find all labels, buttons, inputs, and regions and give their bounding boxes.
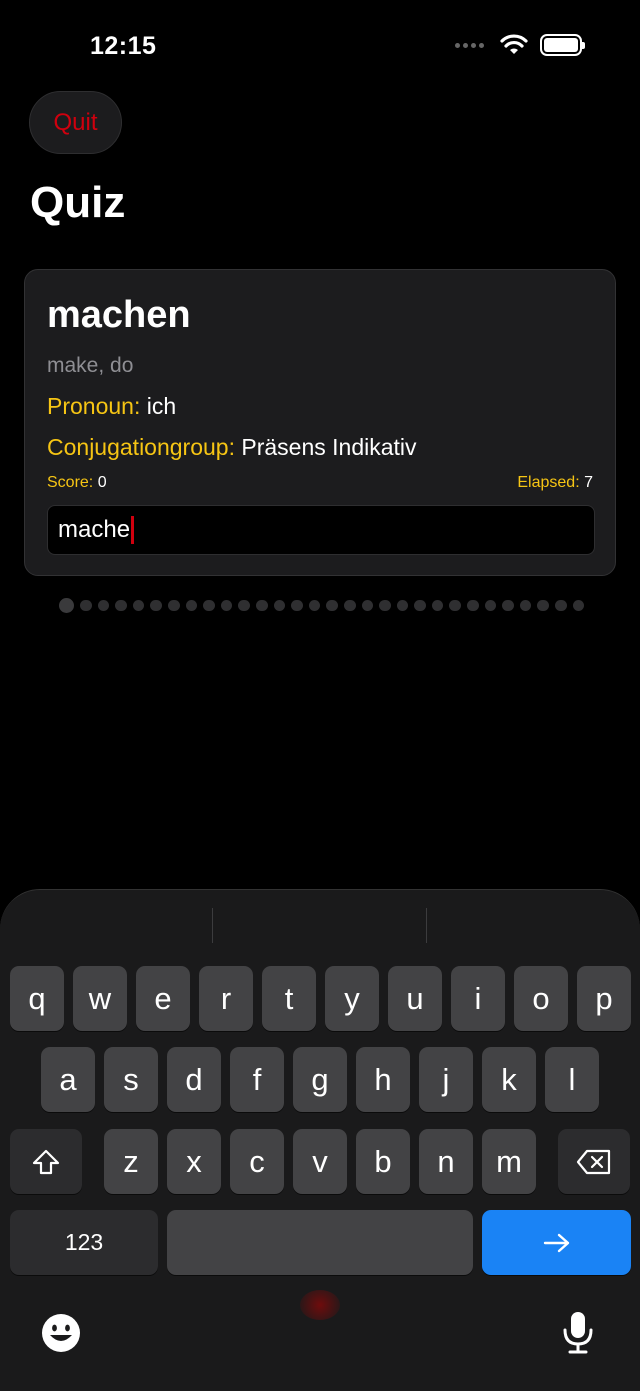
key-s[interactable]: s [104,1047,158,1112]
key-k[interactable]: k [482,1047,536,1112]
progress-dot [150,599,162,612]
score-value: 0 [97,474,107,491]
key-i[interactable]: i [451,966,505,1031]
status-icons [455,34,585,56]
progress-dot [308,599,321,612]
keyboard: 123 qwertyuiop asdfghjkl zxcvbnm [0,889,640,1391]
key-j[interactable]: j [419,1047,473,1112]
space-key[interactable] [167,1210,473,1275]
progress-dot [379,599,391,612]
progress-dot [115,599,127,612]
shift-icon [32,1149,60,1174]
verb-translation: make, do [47,354,134,377]
key-q[interactable]: q [10,966,64,1031]
suggestion-divider [212,908,213,943]
conjugation-group-value: Präsens Indikativ [241,434,417,460]
progress-dot [431,599,444,612]
progress-dot [80,599,92,612]
pronoun-value: ich [146,393,177,419]
delete-key[interactable] [558,1129,630,1194]
key-u[interactable]: u [388,966,442,1031]
key-g[interactable]: g [293,1047,347,1112]
progress-dot [449,599,462,612]
question-progress [59,598,585,613]
score: Score: 0 [47,474,107,492]
key-v[interactable]: v [293,1129,347,1194]
score-row: Score: 0 Elapsed: 7 [47,474,593,492]
key-c[interactable]: c [230,1129,284,1194]
wifi-icon [500,34,528,54]
key-b[interactable]: b [356,1129,410,1194]
progress-dot [291,599,303,612]
progress-dot [167,599,180,612]
progress-dot [97,599,110,612]
key-m[interactable]: m [482,1129,536,1194]
quit-button[interactable]: Quit [29,91,122,154]
battery-icon [540,34,585,56]
progress-dot [255,599,268,612]
key-x[interactable]: x [167,1129,221,1194]
progress-dot [484,599,497,612]
progress-dot [326,599,338,612]
key-w[interactable]: w [73,966,127,1031]
key-f[interactable]: f [230,1047,284,1112]
progress-dot [273,599,286,612]
keyboard-glow [300,1290,340,1320]
progress-dot [343,599,356,612]
status-time: 12:15 [90,32,157,60]
key-o[interactable]: o [514,966,568,1031]
progress-dot [132,599,145,612]
progress-dot [361,599,374,612]
key-h[interactable]: h [356,1047,410,1112]
key-p[interactable]: p [577,966,631,1031]
progress-dot [59,598,74,613]
cellular-signal-icon [455,42,484,48]
score-label: Score: [47,474,94,491]
elapsed: Elapsed: 7 [517,474,593,492]
key-l[interactable]: l [545,1047,599,1112]
key-t[interactable]: t [262,966,316,1031]
key-d[interactable]: d [167,1047,221,1112]
conjugation-group-row: Conjugationgroup: Präsens Indikativ [47,434,417,461]
progress-dot [537,599,550,612]
progress-dot [414,599,426,612]
elapsed-label: Elapsed: [517,474,580,491]
arrow-right-icon [543,1233,569,1252]
answer-text: mache [58,516,131,543]
conjugation-group-label: Conjugationgroup: [47,434,235,460]
progress-dot [555,599,567,612]
verb-infinitive: machen [47,294,191,336]
emoji-icon[interactable] [40,1312,82,1354]
progress-dot [203,599,215,612]
key-r[interactable]: r [199,966,253,1031]
progress-dot [220,599,233,612]
progress-dot [238,599,250,612]
progress-dot [502,599,514,612]
page-title: Quiz [30,178,126,227]
key-n[interactable]: n [419,1129,473,1194]
key-y[interactable]: y [325,966,379,1031]
suggestion-divider [426,908,427,943]
progress-dot [396,599,409,612]
progress-dot [185,599,198,612]
key-e[interactable]: e [136,966,190,1031]
progress-dot [519,599,532,612]
elapsed-value: 7 [584,474,593,491]
key-a[interactable]: a [41,1047,95,1112]
shift-key[interactable] [10,1129,82,1194]
progress-dot [572,599,585,612]
delete-icon [576,1149,611,1174]
progress-dot [467,599,479,612]
pronoun-row: Pronoun: ich [47,393,176,420]
key-z[interactable]: z [104,1129,158,1194]
text-caret [131,516,135,544]
quiz-card: machen make, do Pronoun: ich Conjugation… [24,269,616,576]
microphone-icon[interactable] [558,1310,598,1356]
numbers-key[interactable]: 123 [10,1210,158,1275]
pronoun-label: Pronoun: [47,393,141,419]
answer-input[interactable]: mache [47,505,595,555]
return-key[interactable] [482,1210,631,1275]
